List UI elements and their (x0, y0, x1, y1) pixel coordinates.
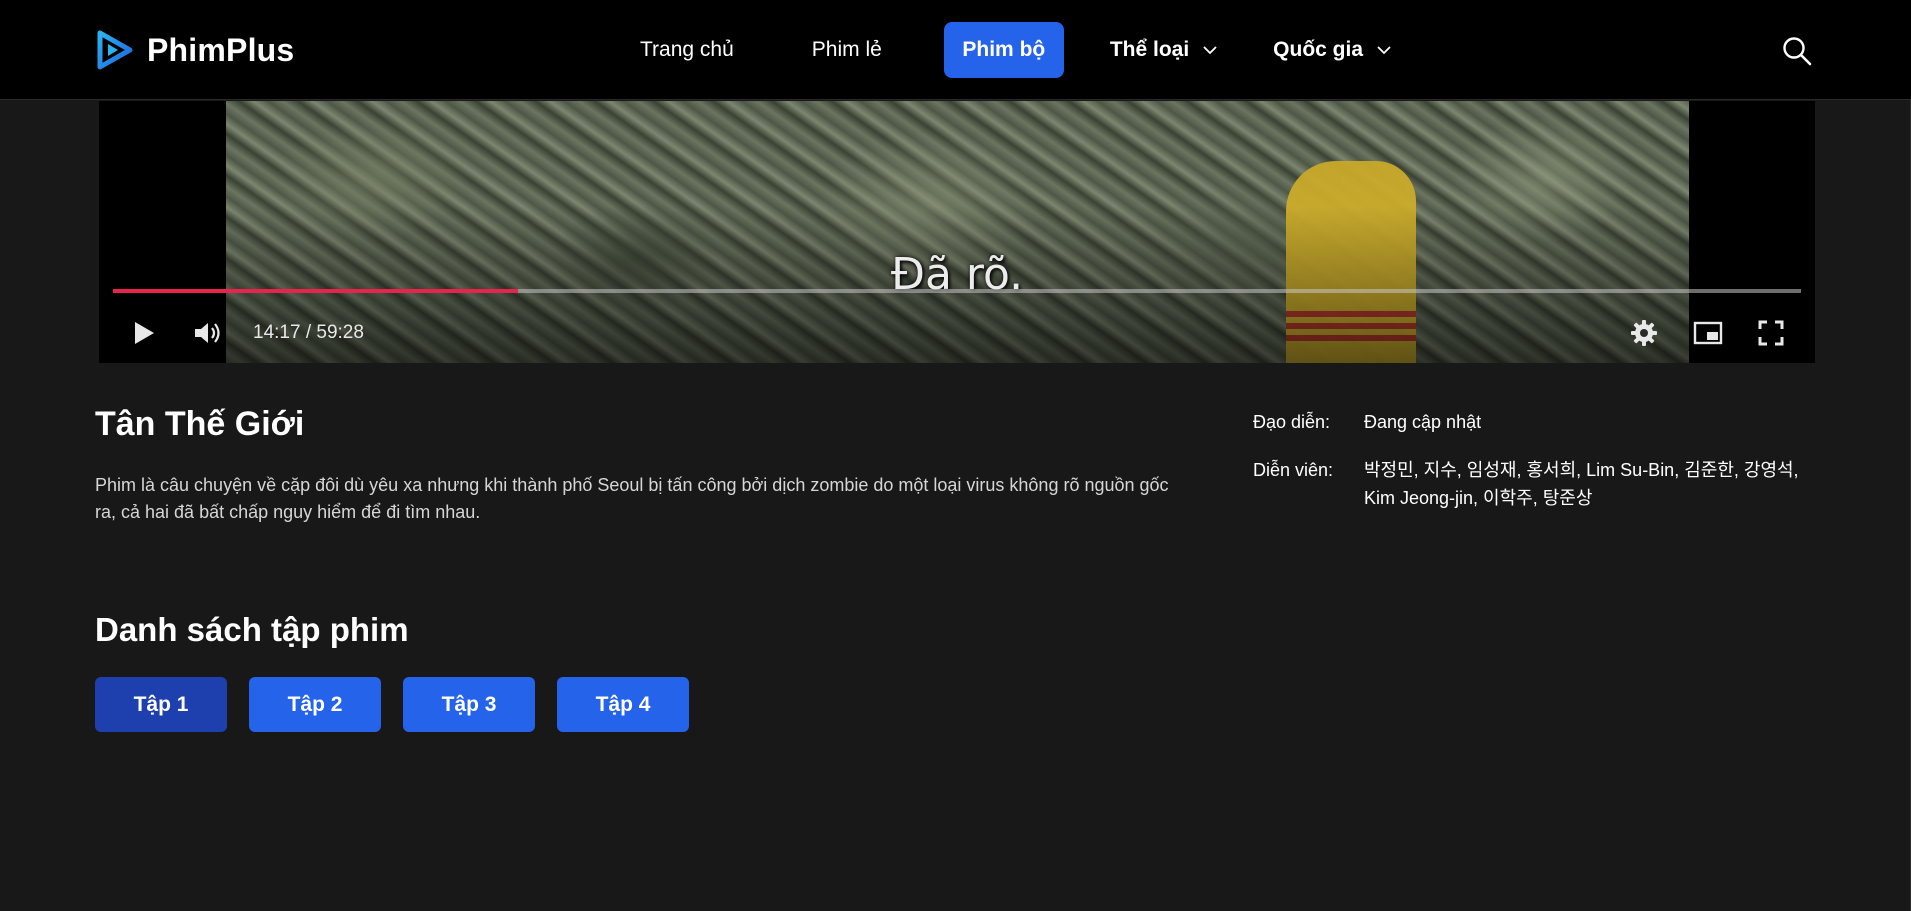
movie-title: Tân Thế Giới (95, 405, 305, 443)
episode-button-4[interactable]: Tập 4 (557, 677, 689, 732)
player-controls: 14:17 / 59:28 (99, 311, 1815, 355)
miniplayer-button[interactable] (1690, 311, 1726, 355)
nav-label: Phim lẻ (811, 38, 882, 61)
episode-label: Tập 4 (595, 692, 651, 716)
episode-list: Tập 1 Tập 2 Tập 3 Tập 4 (95, 677, 711, 732)
episode-list-heading: Danh sách tập phim (95, 611, 409, 648)
director-label: Đạo diễn: (1253, 412, 1331, 432)
video-player[interactable]: Đã rõ. 14:17 / 59:28 (99, 101, 1815, 363)
nav-label: Thể loại (1109, 38, 1190, 61)
logo[interactable]: PhimPlus (97, 29, 294, 71)
nav-label: Trang chủ (640, 38, 734, 61)
time-display: 14:17 / 59:28 (253, 322, 364, 343)
nav-quoc-gia-dropdown[interactable]: Quốc gia (1257, 22, 1407, 78)
movie-description: Phim là câu chuyện về cặp đôi dù yêu xa … (95, 475, 1169, 522)
director-value: Đang cập nhật (1364, 412, 1482, 432)
cast-row: Diễn viên: 박정민, 지수, 임성재, 홍서희, Lim Su-Bin… (1253, 456, 1813, 512)
nav-label: Phim bộ (962, 38, 1046, 61)
search-button[interactable] (1781, 35, 1813, 67)
fullscreen-button[interactable] (1753, 311, 1789, 355)
episode-label: Tập 1 (133, 692, 189, 716)
miniplayer-icon (1693, 321, 1723, 345)
logo-text: PhimPlus (147, 31, 295, 68)
volume-icon (195, 323, 220, 343)
director-row: Đạo diễn: Đang cập nhật (1253, 408, 1813, 436)
nav-the-loai-dropdown[interactable]: Thể loại (1094, 22, 1233, 78)
movie-meta: Đạo diễn: Đang cập nhật Diễn viên: 박정민, … (1253, 408, 1813, 532)
search-icon (1783, 37, 1812, 66)
fullscreen-icon (1758, 320, 1784, 346)
play-button[interactable] (126, 311, 162, 355)
volume-button[interactable] (189, 311, 225, 355)
nav-trang-chu[interactable]: Trang chủ (624, 22, 750, 78)
settings-button[interactable] (1626, 311, 1662, 355)
settings-icon (1631, 320, 1657, 346)
play-logo-icon (97, 30, 133, 70)
play-icon (135, 322, 154, 344)
main-nav: Trang chủ Phim lẻ Phim bộ Thể loại Quốc … (624, 22, 1407, 78)
episode-button-3[interactable]: Tập 3 (403, 677, 535, 732)
nav-phim-le[interactable]: Phim lẻ (796, 22, 898, 78)
episode-button-2[interactable]: Tập 2 (249, 677, 381, 732)
progress-bar[interactable] (113, 289, 1801, 293)
episode-label: Tập 3 (441, 692, 497, 716)
cast-value: 박정민, 지수, 임성재, 홍서희, Lim Su-Bin, 김준한, 강영석,… (1364, 460, 1799, 508)
episode-button-1[interactable]: Tập 1 (95, 677, 227, 732)
cast-label: Diễn viên: (1253, 460, 1334, 480)
episode-label: Tập 2 (287, 692, 343, 716)
progress-fill (113, 289, 519, 293)
nav-label: Quốc gia (1273, 38, 1364, 61)
chevron-down-icon (1203, 45, 1217, 54)
chevron-down-icon (1377, 45, 1391, 54)
nav-phim-bo[interactable]: Phim bộ (943, 22, 1064, 78)
site-header: PhimPlus Trang chủ Phim lẻ Phim bộ Thể l… (0, 0, 1911, 100)
